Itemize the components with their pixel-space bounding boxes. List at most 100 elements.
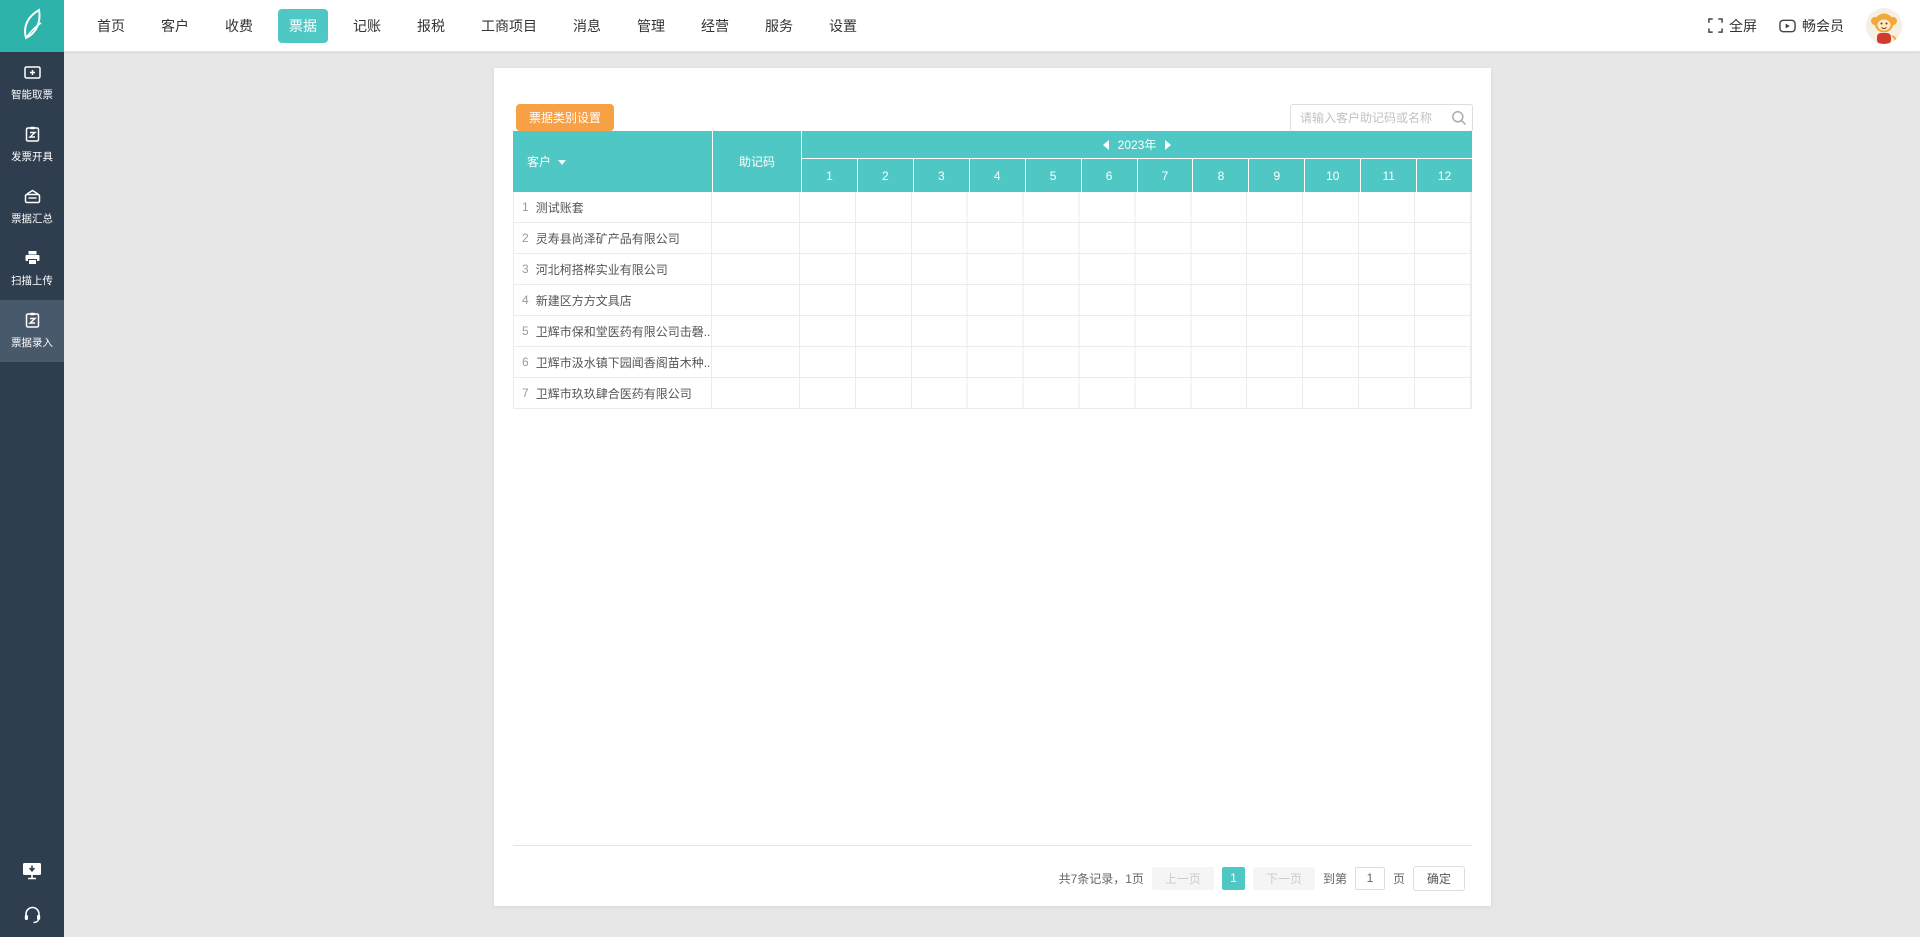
month-cells[interactable] xyxy=(800,192,1471,222)
table-row[interactable]: 6 卫辉市汲水镇下园闻香阁苗木种... xyxy=(514,347,1471,378)
customer-name: 卫辉市保和堂医药有限公司击磬... xyxy=(536,323,712,340)
row-number: 4 xyxy=(522,293,529,307)
table-row[interactable]: 7卫辉市玖玖肆合医药有限公司 xyxy=(514,378,1471,409)
nav-item-tax[interactable]: 报税 xyxy=(406,9,456,43)
row-number: 6 xyxy=(522,355,529,369)
bill-category-settings-button[interactable]: 票据类别设置 xyxy=(516,104,614,131)
table-header: 客户 助记码 2023年 1 2 3 4 5 6 7 8 xyxy=(513,131,1472,192)
printer-icon xyxy=(24,250,41,266)
client-download-button[interactable] xyxy=(22,862,42,883)
sidebar-item-label: 扫描上传 xyxy=(11,272,53,287)
confirm-page-button[interactable]: 确定 xyxy=(1413,866,1465,891)
bills-table: 客户 助记码 2023年 1 2 3 4 5 6 7 8 xyxy=(513,131,1472,409)
monkey-avatar-icon xyxy=(1866,8,1902,44)
customer-cell[interactable]: 5 卫辉市保和堂医药有限公司击磬... xyxy=(514,316,712,346)
mnemonic-cell[interactable] xyxy=(712,254,800,284)
month-header[interactable]: 8 xyxy=(1193,159,1248,192)
month-cells[interactable] xyxy=(800,347,1471,377)
sidebar-bottom xyxy=(0,862,64,927)
month-header[interactable]: 3 xyxy=(914,159,969,192)
month-header[interactable]: 10 xyxy=(1305,159,1360,192)
nav-item-bookkeeping[interactable]: 记账 xyxy=(342,9,392,43)
month-header[interactable]: 11 xyxy=(1361,159,1416,192)
mnemonic-cell[interactable] xyxy=(712,378,800,408)
search-icon[interactable] xyxy=(1446,110,1472,126)
customer-cell[interactable]: 4新建区方方文具店 xyxy=(514,285,712,315)
member-button[interactable]: 畅会员 xyxy=(1779,16,1844,36)
nav-item-operations[interactable]: 经营 xyxy=(690,9,740,43)
months-header-group: 2023年 1 2 3 4 5 6 7 8 9 10 11 12 xyxy=(802,131,1472,192)
table-row[interactable]: 4新建区方方文具店 xyxy=(514,285,1471,316)
row-number: 7 xyxy=(522,386,529,400)
month-cells[interactable] xyxy=(800,285,1471,315)
month-header[interactable]: 6 xyxy=(1082,159,1137,192)
sidebar-item-bill-entry[interactable]: 票据录入 xyxy=(0,300,64,362)
month-header[interactable]: 7 xyxy=(1138,159,1193,192)
user-avatar[interactable] xyxy=(1866,8,1902,44)
sidebar-item-invoice-issue[interactable]: 发票开具 xyxy=(0,114,64,176)
goto-page-input[interactable] xyxy=(1355,867,1385,890)
table-row[interactable]: 5 卫辉市保和堂医药有限公司击磬... xyxy=(514,316,1471,347)
next-page-button[interactable]: 下一页 xyxy=(1253,867,1315,890)
nav-item-services[interactable]: 服务 xyxy=(754,9,804,43)
nav-item-messages[interactable]: 消息 xyxy=(562,9,612,43)
month-header[interactable]: 2 xyxy=(858,159,913,192)
month-header[interactable]: 9 xyxy=(1249,159,1304,192)
table-row[interactable]: 1测试账套 xyxy=(514,192,1471,223)
nav-item-business-projects[interactable]: 工商项目 xyxy=(470,9,548,43)
customer-header-label: 客户 xyxy=(527,153,551,170)
nav-item-settings[interactable]: 设置 xyxy=(818,9,868,43)
nav-item-home[interactable]: 首页 xyxy=(86,9,136,43)
customer-search-input[interactable] xyxy=(1291,111,1446,125)
current-page-button[interactable]: 1 xyxy=(1222,867,1245,890)
customer-name: 河北柯搭桦实业有限公司 xyxy=(536,261,668,278)
month-header[interactable]: 12 xyxy=(1417,159,1472,192)
sidebar-item-scan-upload[interactable]: 扫描上传 xyxy=(0,238,64,300)
nav-item-fees[interactable]: 收费 xyxy=(214,9,264,43)
month-cells[interactable] xyxy=(800,378,1471,408)
nav-item-management[interactable]: 管理 xyxy=(626,9,676,43)
mnemonic-cell[interactable] xyxy=(712,316,800,346)
app-logo[interactable] xyxy=(0,0,64,52)
table-row[interactable]: 3河北柯搭桦实业有限公司 xyxy=(514,254,1471,285)
next-year-icon[interactable] xyxy=(1165,140,1171,150)
mnemonic-cell[interactable] xyxy=(712,192,800,222)
prev-year-icon[interactable] xyxy=(1103,140,1109,150)
prev-page-button[interactable]: 上一页 xyxy=(1152,867,1214,890)
customer-name: 卫辉市汲水镇下园闻香阁苗木种... xyxy=(536,354,712,371)
month-header[interactable]: 4 xyxy=(970,159,1025,192)
month-cells[interactable] xyxy=(800,316,1471,346)
chevron-down-icon xyxy=(558,160,566,165)
headset-icon xyxy=(23,905,42,924)
invoice-edit-icon xyxy=(25,126,40,142)
month-cells[interactable] xyxy=(800,223,1471,253)
nav-item-bills[interactable]: 票据 xyxy=(278,9,328,43)
member-label: 畅会员 xyxy=(1802,16,1844,36)
customer-cell[interactable]: 3河北柯搭桦实业有限公司 xyxy=(514,254,712,284)
year-selector: 2023年 xyxy=(802,131,1472,158)
customer-cell[interactable]: 7卫辉市玖玖肆合医药有限公司 xyxy=(514,378,712,408)
month-header[interactable]: 5 xyxy=(1026,159,1081,192)
nav-item-customers[interactable]: 客户 xyxy=(150,9,200,43)
mnemonic-cell[interactable] xyxy=(712,223,800,253)
customer-cell[interactable]: 2灵寿县尚泽矿产品有限公司 xyxy=(514,223,712,253)
table-row[interactable]: 2灵寿县尚泽矿产品有限公司 xyxy=(514,223,1471,254)
mnemonic-cell[interactable] xyxy=(712,347,800,377)
feather-logo-icon xyxy=(15,7,49,45)
customer-cell[interactable]: 6 卫辉市汲水镇下园闻香阁苗木种... xyxy=(514,347,712,377)
content-panel: 票据类别设置 客户 助记码 2023年 1 xyxy=(494,68,1491,906)
top-header: 首页 客户 收费 票据 记账 报税 工商项目 消息 管理 经营 服务 设置 全屏… xyxy=(0,0,1920,52)
month-header[interactable]: 1 xyxy=(802,159,857,192)
customer-service-button[interactable] xyxy=(23,905,42,927)
month-cells[interactable] xyxy=(800,254,1471,284)
fullscreen-button[interactable]: 全屏 xyxy=(1708,16,1757,36)
sidebar-item-bill-summary[interactable]: 票据汇总 xyxy=(0,176,64,238)
row-number: 5 xyxy=(522,324,529,338)
row-number: 1 xyxy=(522,200,529,214)
mnemonic-cell[interactable] xyxy=(712,285,800,315)
sidebar-item-smart-ticket-fetch[interactable]: 智能取票 xyxy=(0,52,64,114)
sidebar-item-label: 票据汇总 xyxy=(11,210,53,225)
customer-cell[interactable]: 1测试账套 xyxy=(514,192,712,222)
month-header-row: 1 2 3 4 5 6 7 8 9 10 11 12 xyxy=(802,159,1472,192)
customer-column-header[interactable]: 客户 xyxy=(513,131,712,192)
